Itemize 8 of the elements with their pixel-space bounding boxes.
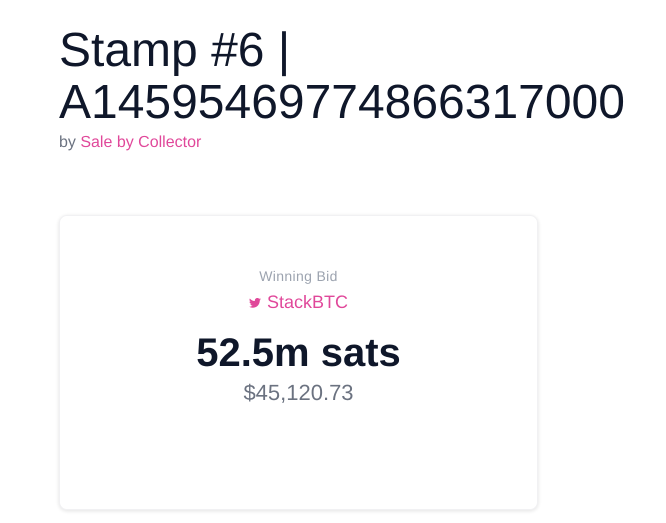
bid-amount: 52.5m sats bbox=[196, 330, 401, 376]
fiat-amount: $45,120.73 bbox=[243, 379, 354, 407]
seller-link[interactable]: Sale by Collector bbox=[80, 134, 202, 151]
bidder-link[interactable]: StackBTC bbox=[248, 289, 348, 316]
winning-bid-label: Winning Bid bbox=[259, 267, 338, 286]
byline-prefix: by bbox=[59, 134, 76, 151]
bird-icon bbox=[248, 298, 261, 308]
page-title: Stamp #6 | A14595469774866317000 bbox=[59, 25, 626, 129]
